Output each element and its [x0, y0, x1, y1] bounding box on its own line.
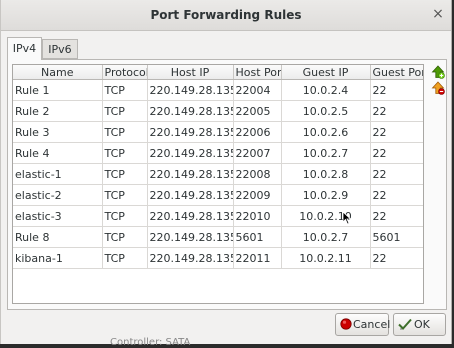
cancel-button[interactable]: Cancel — [335, 313, 391, 336]
table-row[interactable]: Rule 8 TCP 220.149.28.135 5601 10.0.2.7 … — [13, 226, 423, 248]
remove-rule-icon[interactable] — [431, 81, 445, 95]
table-row[interactable]: Rule 2 TCP 220.149.28.135 22005 10.0.2.5… — [13, 100, 423, 122]
table-row[interactable]: elastic-3 TCP 220.149.28.135 22010 10.0.… — [13, 205, 423, 227]
cell-guest-port: 22 — [370, 163, 423, 185]
cell-protocol: TCP — [102, 79, 148, 101]
cell-name: elastic-2 — [13, 184, 103, 206]
tab-ipv6-label: IPv6 — [48, 43, 72, 56]
cell-guest-port: 5601 — [370, 226, 423, 248]
table-row[interactable]: elastic-1 TCP 220.149.28.135 22008 10.0.… — [13, 163, 423, 185]
cell-protocol: TCP — [102, 163, 148, 185]
cell-name: Rule 8 — [13, 226, 103, 248]
cell-guest-ip: 10.0.2.8 — [281, 163, 371, 185]
cell-guest-ip: 10.0.2.10 — [281, 205, 371, 227]
cell-guest-ip: 10.0.2.9 — [281, 184, 371, 206]
cell-host-ip: 220.149.28.135 — [147, 79, 234, 101]
cell-host-ip: 220.149.28.135 — [147, 226, 234, 248]
ok-button[interactable]: OK — [393, 313, 446, 336]
background-controller-label: Controller: SATA — [110, 337, 191, 348]
cell-guest-ip: 10.0.2.11 — [281, 247, 371, 269]
tab-ipv4-label: IPv4 — [12, 42, 37, 55]
cell-guest-ip: 10.0.2.7 — [281, 142, 371, 164]
cell-host-port: 22010 — [233, 205, 282, 227]
cell-host-port: 22011 — [233, 247, 282, 269]
cell-host-ip: 220.149.28.135 — [147, 100, 234, 122]
close-icon[interactable]: × — [431, 7, 445, 21]
table-row[interactable]: kibana-1 TCP 220.149.28.135 22011 10.0.2… — [13, 247, 423, 269]
column-header-guest-port[interactable]: Guest Port — [370, 65, 423, 80]
cell-guest-port: 22 — [370, 100, 423, 122]
table-row[interactable]: Rule 1 TCP 220.149.28.135 22004 10.0.2.4… — [13, 79, 423, 101]
cell-host-ip: 220.149.28.135 — [147, 163, 234, 185]
cell-guest-port: 22 — [370, 142, 423, 164]
column-header-name[interactable]: Name — [13, 65, 103, 80]
dialog-title: Port Forwarding Rules — [150, 8, 302, 22]
cell-host-port: 22005 — [233, 100, 282, 122]
column-header-guest-ip[interactable]: Guest IP — [281, 65, 371, 80]
cell-guest-ip: 10.0.2.5 — [281, 100, 371, 122]
cell-guest-port: 22 — [370, 121, 423, 143]
cell-name: Rule 1 — [13, 79, 103, 101]
cell-host-port: 5601 — [233, 226, 282, 248]
cell-guest-port: 22 — [370, 247, 423, 269]
port-forwarding-dialog: Port Forwarding Rules × IPv4 IPv6 Name P… — [0, 0, 452, 344]
cell-guest-ip: 10.0.2.6 — [281, 121, 371, 143]
cell-protocol: TCP — [102, 247, 148, 269]
cell-host-ip: 220.149.28.135 — [147, 142, 234, 164]
cancel-button-label: Cancel — [353, 318, 391, 331]
cell-guest-ip: 10.0.2.7 — [281, 226, 371, 248]
cell-guest-port: 22 — [370, 205, 423, 227]
cell-guest-ip: 10.0.2.4 — [281, 79, 371, 101]
title-bar: Port Forwarding Rules × — [1, 0, 451, 31]
cell-name: elastic-1 — [13, 163, 103, 185]
cell-protocol: TCP — [102, 100, 148, 122]
cell-name: Rule 2 — [13, 100, 103, 122]
table-header-row: Name Protocol Host IP Host Port Guest IP… — [13, 65, 423, 80]
rules-panel: Name Protocol Host IP Host Port Guest IP… — [7, 59, 447, 310]
cell-guest-port: 22 — [370, 184, 423, 206]
cell-guest-port: 22 — [370, 79, 423, 101]
cell-host-port: 22004 — [233, 79, 282, 101]
cell-host-port: 22007 — [233, 142, 282, 164]
cell-name: Rule 4 — [13, 142, 103, 164]
cell-host-ip: 220.149.28.135 — [147, 121, 234, 143]
mouse-pointer-icon — [342, 211, 352, 228]
add-rule-icon[interactable] — [431, 65, 445, 79]
cell-name: Rule 3 — [13, 121, 103, 143]
table-row[interactable]: Rule 3 TCP 220.149.28.135 22006 10.0.2.6… — [13, 121, 423, 143]
column-header-protocol[interactable]: Protocol — [102, 65, 148, 80]
cell-host-ip: 220.149.28.135 — [147, 247, 234, 269]
cancel-icon — [340, 318, 352, 330]
cell-protocol: TCP — [102, 184, 148, 206]
tab-ipv6[interactable]: IPv6 — [42, 39, 78, 59]
table-row[interactable]: Rule 4 TCP 220.149.28.135 22007 10.0.2.7… — [13, 142, 423, 164]
table-row[interactable]: elastic-2 TCP 220.149.28.135 22009 10.0.… — [13, 184, 423, 206]
cell-name: kibana-1 — [13, 247, 103, 269]
ok-check-icon — [398, 318, 412, 330]
cell-host-ip: 220.149.28.135 — [147, 184, 234, 206]
rules-table: Name Protocol Host IP Host Port Guest IP… — [13, 65, 423, 269]
tab-ipv4[interactable]: IPv4 — [7, 37, 42, 60]
cell-protocol: TCP — [102, 121, 148, 143]
cell-host-port: 22009 — [233, 184, 282, 206]
cell-name: elastic-3 — [13, 205, 103, 227]
ok-button-label: OK — [414, 318, 430, 331]
cell-protocol: TCP — [102, 226, 148, 248]
cell-protocol: TCP — [102, 142, 148, 164]
rules-table-container: Name Protocol Host IP Host Port Guest IP… — [12, 64, 424, 304]
column-header-host-ip[interactable]: Host IP — [147, 65, 234, 80]
cell-host-port: 22006 — [233, 121, 282, 143]
cell-protocol: TCP — [102, 205, 148, 227]
column-header-host-port[interactable]: Host Port — [233, 65, 282, 80]
cell-host-ip: 220.149.28.135 — [147, 205, 234, 227]
cell-host-port: 22008 — [233, 163, 282, 185]
